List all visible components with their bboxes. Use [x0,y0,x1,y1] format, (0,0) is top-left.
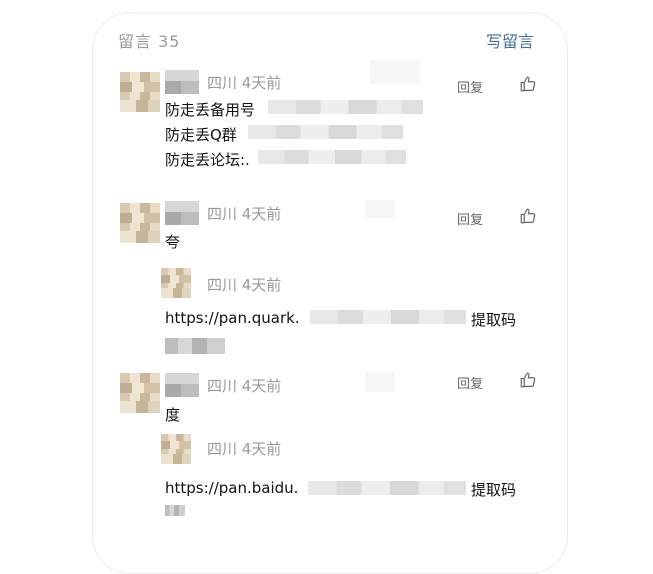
write-comment-button[interactable]: 写留言 [486,28,534,52]
thumbs-up-icon[interactable] [519,75,537,93]
comments-header: 留言 35 写留言 [118,28,538,52]
comment-line: 夸 [165,233,181,251]
reply-button[interactable]: 回复 [457,209,483,228]
username-blurred[interactable] [165,373,199,397]
username-blurred[interactable] [165,70,199,94]
comment-meta: 四川 4天前 [207,205,282,223]
redacted-text [258,150,406,164]
avatar[interactable] [120,373,160,413]
comment-meta: 四川 4天前 [207,377,282,395]
background-blur [365,200,395,218]
comment-count: 留言 35 [118,32,181,51]
avatar[interactable] [120,72,160,112]
redacted-text [268,100,423,114]
redacted-text [308,481,466,495]
redacted-text [165,338,225,354]
reply-suffix: 提取码 [471,481,517,499]
avatar[interactable] [161,268,191,298]
redacted-text [310,310,466,324]
background-blur [365,372,395,392]
comment-line: 度 [165,406,181,424]
redacted-text [165,505,185,516]
comment-line: 防走丢Q群 [165,126,237,144]
reply-button[interactable]: 回复 [457,373,483,392]
avatar[interactable] [120,203,160,243]
thumbs-up-icon[interactable] [519,371,537,389]
reply-meta: 四川 4天前 [207,440,282,458]
reply-meta: 四川 4天前 [207,276,282,294]
redacted-text [248,125,403,139]
comment-meta: 四川 4天前 [207,74,282,92]
reply-line: https://pan.quark. [165,309,300,327]
username-blurred[interactable] [165,201,199,225]
background-blur [370,60,420,84]
comment-line: 防走丢论坛:. [165,151,250,169]
thumbs-up-icon[interactable] [519,207,537,225]
reply-line: https://pan.baidu. [165,479,299,497]
comment-line: 防走丢备用号 [165,101,256,119]
reply-suffix: 提取码 [471,311,517,329]
reply-button[interactable]: 回复 [457,77,483,96]
avatar[interactable] [161,434,191,464]
